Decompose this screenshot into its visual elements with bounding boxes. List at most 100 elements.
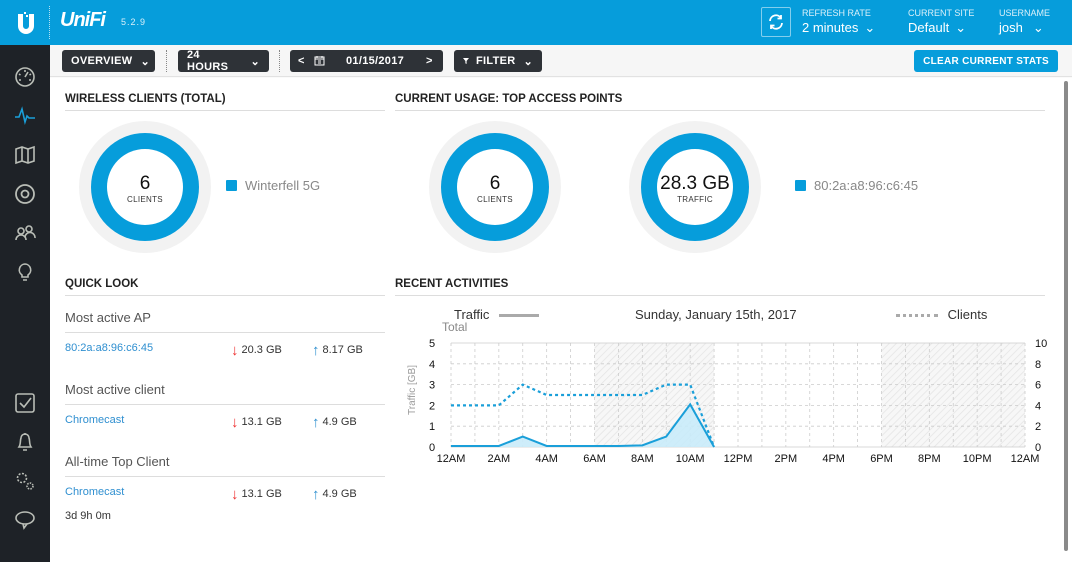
sidebar-item-map[interactable] — [13, 143, 37, 167]
gears-icon — [16, 472, 34, 490]
clients-legend[interactable]: Clients — [896, 307, 987, 322]
sidebar-item-dashboard[interactable] — [13, 65, 37, 89]
ap-clients-unit: CLIENTS — [477, 195, 513, 204]
sidebar-item-statistics[interactable] — [13, 104, 37, 128]
download-stat: ↓ 13.1 GB — [231, 486, 282, 503]
upload-value: 8.17 GB — [322, 344, 363, 356]
total-label: Total — [442, 320, 468, 334]
scrollbar[interactable] — [1064, 81, 1068, 551]
filter-dropdown[interactable]: FILTER ⌄ — [454, 50, 542, 72]
main-content: WIRELESS CLIENTS (TOTAL) 6 CLIENTS Winte… — [50, 78, 1072, 562]
time-range-label: 24 HOURS — [187, 49, 229, 73]
upload-stat: ↑ 8.17 GB — [312, 342, 363, 359]
y2-tick-label: 8 — [1035, 359, 1041, 371]
lightbulb-icon — [18, 263, 32, 281]
sidebar-item-devices[interactable] — [13, 182, 37, 206]
sidebar-item-insights[interactable] — [13, 260, 37, 284]
y-axis-label: Traffic [GB] — [407, 365, 418, 415]
x-tick-label: 10AM — [676, 453, 705, 465]
sidebar-item-alerts[interactable] — [13, 430, 37, 454]
clients-legend-line — [896, 314, 938, 318]
next-date-button[interactable]: > — [426, 55, 433, 67]
clear-current-stats-button[interactable]: CLEAR CURRENT STATS — [914, 50, 1058, 72]
ap-traffic-value: 28.3 GB — [660, 173, 730, 194]
bell-icon — [17, 433, 33, 451]
logo-divider — [49, 6, 50, 39]
map-icon — [15, 145, 35, 165]
wireless-clients-unit: CLIENTS — [127, 195, 163, 204]
x-tick-label: 10PM — [963, 453, 992, 465]
filter-label: FILTER — [475, 55, 516, 67]
devices-icon — [15, 184, 35, 204]
overview-dropdown[interactable]: OVERVIEW ⌄ — [62, 50, 155, 72]
toolbar: OVERVIEW ⌄ 24 HOURS ⌄ < 01/15/2017 > FIL… — [50, 45, 1072, 77]
download-stat: ↓ 20.3 GB — [231, 342, 282, 359]
traffic-legend-line — [499, 314, 540, 318]
refresh-rate-select[interactable]: REFRESH RATE 2 minutes ⌄ — [802, 8, 875, 36]
arrow-up-icon: ↑ — [312, 486, 320, 503]
current-site-select[interactable]: CURRENT SITE Default ⌄ — [908, 8, 974, 36]
sidebar-item-settings[interactable] — [13, 469, 37, 493]
most-active-ap-link[interactable]: 80:2a:a8:96:c6:45 — [65, 342, 153, 354]
ap-clients-count: 6 — [489, 173, 501, 194]
quick-look-row: Chromecast ↓ 13.1 GB ↑ 4.9 GB — [65, 486, 385, 503]
quick-look-row: Chromecast ↓ 13.1 GB ↑ 4.9 GB — [65, 414, 385, 431]
prev-date-button[interactable]: < — [298, 55, 305, 67]
most-active-client-link[interactable]: Chromecast — [65, 414, 124, 426]
x-tick-label: 2PM — [775, 453, 798, 465]
y-tick-label: 2 — [429, 400, 435, 412]
y-tick-label: 4 — [429, 359, 435, 371]
wireless-clients-title: WIRELESS CLIENTS (TOTAL) — [65, 93, 385, 111]
upload-stat: ↑ 4.9 GB — [312, 486, 357, 503]
ubiquiti-logo-icon[interactable] — [14, 10, 38, 36]
brand-logo: UniFi — [60, 9, 106, 31]
calendar-icon[interactable] — [314, 55, 325, 66]
y-tick-label: 3 — [429, 380, 435, 392]
chat-icon — [15, 511, 35, 530]
sidebar — [0, 45, 50, 562]
refresh-rate-label: REFRESH RATE — [802, 8, 871, 18]
toolbar-divider — [279, 50, 280, 72]
clients-legend-label: Clients — [947, 307, 988, 322]
top-bar: UniFi 5.2.9 REFRESH RATE 2 minutes ⌄ CURR… — [0, 0, 1072, 45]
x-tick-label: 8AM — [631, 453, 654, 465]
overview-label: OVERVIEW — [71, 55, 133, 67]
time-range-dropdown[interactable]: 24 HOURS ⌄ — [178, 49, 269, 73]
chevron-down-icon: ⌄ — [1032, 20, 1044, 35]
pulse-icon — [15, 106, 35, 125]
sidebar-item-support[interactable] — [13, 508, 37, 532]
arrow-down-icon: ↓ — [231, 342, 239, 359]
y2-tick-label: 10 — [1035, 338, 1047, 350]
quick-look-heading: All-time Top Client — [65, 454, 385, 477]
sidebar-item-clients[interactable] — [13, 221, 37, 245]
arrow-down-icon: ↓ — [231, 486, 239, 503]
wireless-clients-legend[interactable]: Winterfell 5G — [226, 178, 320, 193]
refresh-rate-value: 2 minutes — [802, 20, 859, 35]
ap-clients-donut[interactable]: 6 CLIENTS — [426, 118, 564, 256]
version-label: 5.2.9 — [121, 17, 147, 27]
upload-stat: ↑ 4.9 GB — [312, 414, 357, 431]
username-value: josh — [999, 20, 1023, 35]
x-tick-label: 4AM — [535, 453, 558, 465]
y-tick-label: 1 — [429, 421, 435, 433]
date-value[interactable]: 01/15/2017 — [346, 55, 404, 67]
download-value: 13.1 GB — [241, 416, 282, 428]
download-value: 13.1 GB — [241, 488, 282, 500]
ap-traffic-donut[interactable]: 28.3 GB TRAFFIC — [626, 118, 764, 256]
download-stat: ↓ 13.1 GB — [231, 414, 282, 431]
sidebar-item-events[interactable] — [13, 391, 37, 415]
checkbox-icon — [15, 393, 35, 413]
top-ap-legend[interactable]: 80:2a:a8:96:c6:45 — [795, 178, 918, 193]
x-tick-label: 4PM — [822, 453, 845, 465]
current-site-label: CURRENT SITE — [908, 8, 975, 18]
clients-icon — [15, 225, 36, 241]
username-select[interactable]: USERNAME josh ⌄ — [999, 8, 1050, 36]
all-time-duration: 3d 9h 0m — [65, 510, 111, 522]
chevron-down-icon: ⌄ — [250, 55, 260, 68]
all-time-top-client-link[interactable]: Chromecast — [65, 486, 124, 498]
arrow-down-icon: ↓ — [231, 414, 239, 431]
x-tick-label: 2AM — [488, 453, 511, 465]
wireless-clients-donut[interactable]: 6 CLIENTS — [76, 118, 214, 256]
refresh-button[interactable] — [761, 7, 791, 37]
y2-tick-label: 6 — [1035, 380, 1041, 392]
